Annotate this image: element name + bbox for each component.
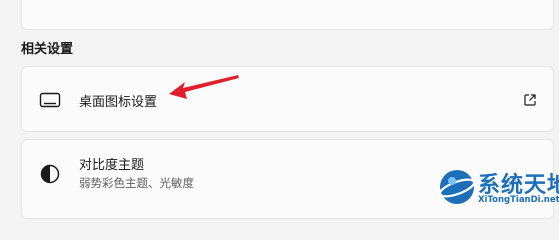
desktop-icon-settings-link[interactable]: 桌面图标设置 <box>21 66 554 132</box>
contrast-themes-label: 对比度主题 <box>79 158 145 173</box>
watermark: 系统天地 XiTongTianDi.net <box>438 166 559 210</box>
external-link-icon <box>524 94 536 106</box>
desktop-icon-settings-label: 桌面图标设置 <box>79 95 158 110</box>
monitor-icon <box>39 92 61 108</box>
contrast-icon <box>40 164 60 184</box>
red-arrow-annotation <box>169 75 239 99</box>
section-title-related-settings: 相关设置 <box>21 42 74 57</box>
previous-settings-card <box>21 0 554 30</box>
watermark-logo-icon <box>438 170 476 204</box>
contrast-themes-description: 弱势彩色主题、光敏度 <box>79 176 194 190</box>
watermark-subtext: XiTongTianDi.net <box>478 195 559 205</box>
